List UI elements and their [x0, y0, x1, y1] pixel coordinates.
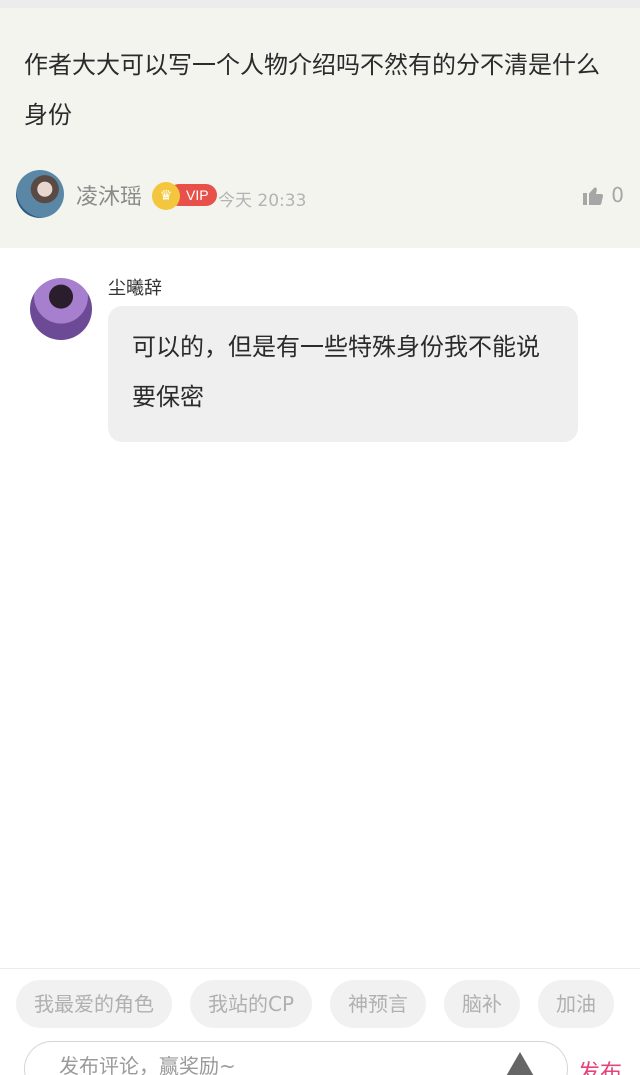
- chip-imagine[interactable]: 脑补: [444, 980, 521, 1028]
- comment-composer: 我最爱的角色 我站的CP 神预言 脑补 加油 发布: [0, 968, 640, 1075]
- quick-tag-chips: 我最爱的角色 我站的CP 神预言 脑补 加油: [16, 980, 615, 1028]
- crown-icon: ♛: [152, 182, 180, 210]
- comment-input[interactable]: [59, 1054, 479, 1075]
- like-count: 0: [611, 183, 624, 207]
- like-button[interactable]: 0: [581, 180, 624, 210]
- comment-timestamp: 今天 20:33: [218, 191, 307, 211]
- expand-up-icon[interactable]: [505, 1052, 535, 1075]
- comment-meta: 凌沐瑶 VIP ♛ 今天 20:33 0: [14, 170, 626, 220]
- chip-prophecy[interactable]: 神预言: [330, 980, 427, 1028]
- reply-bubble: 可以的，但是有一些特殊身份我不能说要保密: [108, 306, 578, 442]
- thumbs-up-icon: [583, 187, 604, 205]
- commenter-avatar[interactable]: [16, 170, 64, 218]
- reply-avatar[interactable]: [30, 278, 92, 340]
- chip-favorite-character[interactable]: 我最爱的角色: [16, 980, 172, 1028]
- comment-input-box[interactable]: [24, 1041, 568, 1075]
- publish-button[interactable]: 发布: [578, 1055, 622, 1075]
- top-comment: 作者大大可以写一个人物介绍吗不然有的分不清是什么身份 凌沐瑶 VIP ♛ 今天 …: [0, 0, 640, 248]
- commenter-name[interactable]: 凌沐瑶: [76, 179, 142, 211]
- reply-username[interactable]: 尘曦辞: [108, 274, 162, 300]
- comment-text: 作者大大可以写一个人物介绍吗不然有的分不清是什么身份: [24, 51, 600, 129]
- chip-my-cp[interactable]: 我站的CP: [190, 980, 313, 1028]
- chip-cheer[interactable]: 加油: [538, 980, 615, 1028]
